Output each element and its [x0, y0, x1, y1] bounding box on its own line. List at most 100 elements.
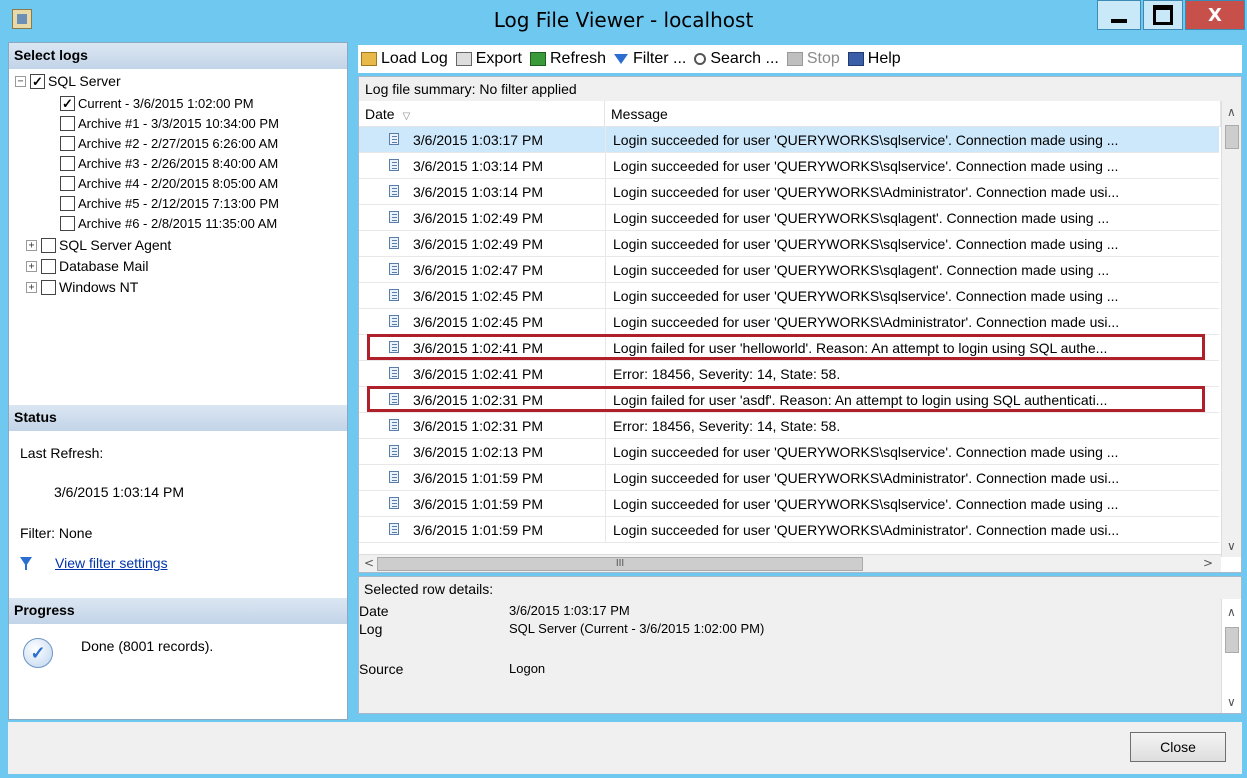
stop-icon	[786, 52, 803, 66]
checkbox-archive-5[interactable]	[60, 195, 75, 211]
checkbox-windows-nt[interactable]	[41, 279, 56, 295]
detail-date-value: 3/6/2015 1:03:17 PM	[509, 603, 630, 618]
export-button[interactable]: Export	[455, 50, 522, 68]
tree-node-windows-nt[interactable]: + Windows NT	[26, 277, 138, 297]
checkbox-archive-6[interactable]	[60, 215, 75, 231]
collapse-icon[interactable]: −	[15, 75, 26, 87]
search-button[interactable]: Search ...	[694, 50, 779, 68]
table-row[interactable]: 3/6/2015 1:01:59 PM Login succeeded for u…	[359, 491, 1219, 517]
table-row[interactable]: 3/6/2015 1:01:59 PM Login succeeded for u…	[359, 517, 1219, 543]
details-scrollbar[interactable]: ∧ ∨	[1221, 599, 1241, 713]
checkbox-database-mail[interactable]	[41, 258, 56, 274]
table-row[interactable]: 3/6/2015 1:03:14 PM Login succeeded for u…	[359, 153, 1219, 179]
row-date: 3/6/2015 1:02:41 PM	[413, 366, 543, 382]
window-title: Log File Viewer - localhost	[493, 8, 754, 32]
view-filter-settings-link[interactable]: View filter settings	[55, 555, 168, 571]
scroll-left-icon[interactable]: <	[364, 556, 374, 570]
log-entry-icon	[389, 419, 399, 431]
expand-icon[interactable]: +	[26, 281, 37, 293]
row-message: Login succeeded for user 'QUERYWORKS\Adm…	[613, 184, 1120, 200]
help-button[interactable]: Help	[847, 50, 901, 68]
checkbox-archive-3[interactable]	[60, 155, 75, 171]
tree-node-archive-5[interactable]: Archive #5 - 2/12/2015 7:13:00 PM	[60, 193, 279, 213]
stop-label: Stop	[806, 50, 840, 67]
tree-node-archive-4[interactable]: Archive #4 - 2/20/2015 8:05:00 AM	[60, 173, 278, 193]
row-message: Error: 18456, Severity: 14, State: 58.	[613, 366, 841, 382]
row-date: 3/6/2015 1:03:14 PM	[413, 184, 543, 200]
column-header-message[interactable]: Message	[605, 101, 1221, 127]
details-title: Selected row details:	[364, 581, 494, 597]
log-entry-icon	[389, 133, 399, 145]
log-entry-icon	[389, 393, 399, 405]
table-row[interactable]: 3/6/2015 1:02:31 PM Login failed for user…	[359, 387, 1219, 413]
checkbox-archive-4[interactable]	[60, 175, 75, 191]
minimize-button[interactable]	[1097, 0, 1141, 30]
tree-node-label: Archive #3 - 2/26/2015 8:40:00 AM	[78, 155, 279, 171]
checkbox-archive-1[interactable]	[60, 115, 75, 131]
table-row[interactable]: 3/6/2015 1:02:13 PM Login succeeded for u…	[359, 439, 1219, 465]
scroll-up-icon[interactable]: ∧	[1227, 105, 1236, 119]
search-icon	[694, 53, 707, 65]
maximize-button[interactable]	[1143, 0, 1183, 30]
tree-node-archive-1[interactable]: Archive #1 - 3/3/2015 10:34:00 PM	[60, 113, 279, 133]
scroll-thumb[interactable]	[1225, 125, 1239, 149]
scroll-right-icon[interactable]: >	[1203, 556, 1213, 570]
table-row[interactable]: 3/6/2015 1:02:45 PM Login succeeded for u…	[359, 283, 1219, 309]
tree-node-archive-6[interactable]: Archive #6 - 2/8/2015 11:35:00 AM	[60, 213, 277, 233]
row-message: Login succeeded for user 'QUERYWORKS\sql…	[613, 132, 1119, 148]
checkbox-current[interactable]: ✓	[60, 95, 75, 111]
expand-icon[interactable]: +	[26, 260, 37, 272]
scroll-down-icon[interactable]: ∨	[1227, 695, 1236, 709]
scroll-thumb[interactable]: III	[377, 557, 863, 571]
row-message: Login succeeded for user 'QUERYWORKS\sql…	[613, 236, 1119, 252]
scroll-down-icon[interactable]: ∨	[1227, 539, 1236, 553]
column-header-date[interactable]: Date ▽	[359, 101, 605, 127]
tree-node-label: Archive #6 - 2/8/2015 11:35:00 AM	[78, 215, 278, 231]
table-row[interactable]: 3/6/2015 1:03:17 PM Login succeeded for u…	[359, 127, 1219, 153]
row-date: 3/6/2015 1:02:13 PM	[413, 444, 543, 460]
filter-button[interactable]: Filter ...	[614, 50, 686, 68]
table-row[interactable]: 3/6/2015 1:03:14 PM Login succeeded for u…	[359, 179, 1219, 205]
tree-node-archive-3[interactable]: Archive #3 - 2/26/2015 8:40:00 AM	[60, 153, 278, 173]
last-refresh-label: Last Refresh:	[20, 445, 104, 461]
checkbox-sql-server[interactable]: ✓	[30, 73, 45, 89]
table-row[interactable]: 3/6/2015 1:02:41 PM Error: 18456, Severit…	[359, 361, 1219, 387]
row-date: 3/6/2015 1:01:59 PM	[413, 496, 543, 512]
row-date: 3/6/2015 1:01:59 PM	[413, 522, 543, 538]
selected-row-details: Selected row details: Date 3/6/2015 1:03…	[358, 576, 1242, 714]
tree-node-sql-server-agent[interactable]: + SQL Server Agent	[26, 235, 171, 255]
load-log-button[interactable]: Load Log	[361, 50, 448, 68]
table-row[interactable]: 3/6/2015 1:02:45 PM Login succeeded for u…	[359, 309, 1219, 335]
refresh-button[interactable]: Refresh	[529, 50, 606, 68]
tree-node-label: Archive #1 - 3/3/2015 10:34:00 PM	[78, 115, 279, 131]
table-row[interactable]: 3/6/2015 1:02:49 PM Login succeeded for u…	[359, 231, 1219, 257]
vertical-scrollbar[interactable]: ∧ ∨	[1221, 101, 1241, 557]
scroll-thumb[interactable]	[1225, 627, 1239, 653]
log-rows: 3/6/2015 1:03:17 PM Login succeeded for u…	[359, 127, 1219, 557]
tree-node-label: Archive #2 - 2/27/2015 6:26:00 AM	[78, 135, 279, 151]
tree-node-archive-2[interactable]: Archive #2 - 2/27/2015 6:26:00 AM	[60, 133, 278, 153]
table-row[interactable]: 3/6/2015 1:02:31 PM Error: 18456, Severit…	[359, 413, 1219, 439]
log-entry-icon	[389, 289, 399, 301]
table-row[interactable]: 3/6/2015 1:02:49 PM Login succeeded for u…	[359, 205, 1219, 231]
scroll-up-icon[interactable]: ∧	[1227, 605, 1236, 619]
tree-node-sql-server[interactable]: − ✓ SQL Server	[15, 71, 121, 91]
row-date: 3/6/2015 1:03:17 PM	[413, 132, 543, 148]
column-header-date-label: Date	[365, 106, 395, 122]
expand-icon[interactable]: +	[26, 239, 37, 251]
log-entry-icon	[389, 471, 399, 483]
tree-node-database-mail[interactable]: + Database Mail	[26, 256, 149, 276]
tree-node-current[interactable]: ✓ Current - 3/6/2015 1:02:00 PM	[60, 93, 254, 113]
horizontal-scrollbar[interactable]: < III >	[359, 554, 1221, 572]
checkbox-sql-server-agent[interactable]	[41, 237, 56, 253]
log-entry-icon	[389, 159, 399, 171]
close-window-button[interactable]: X	[1185, 0, 1245, 30]
checkbox-archive-2[interactable]	[60, 135, 75, 151]
sort-icon: ▽	[402, 111, 411, 122]
close-button[interactable]: Close	[1130, 732, 1226, 762]
stop-button[interactable]: Stop	[786, 50, 840, 68]
table-row[interactable]: 3/6/2015 1:01:59 PM Login succeeded for u…	[359, 465, 1219, 491]
table-row[interactable]: 3/6/2015 1:02:41 PM Login failed for user…	[359, 335, 1219, 361]
log-grid: Log file summary: No filter applied Date…	[358, 76, 1242, 573]
table-row[interactable]: 3/6/2015 1:02:47 PM Login succeeded for u…	[359, 257, 1219, 283]
